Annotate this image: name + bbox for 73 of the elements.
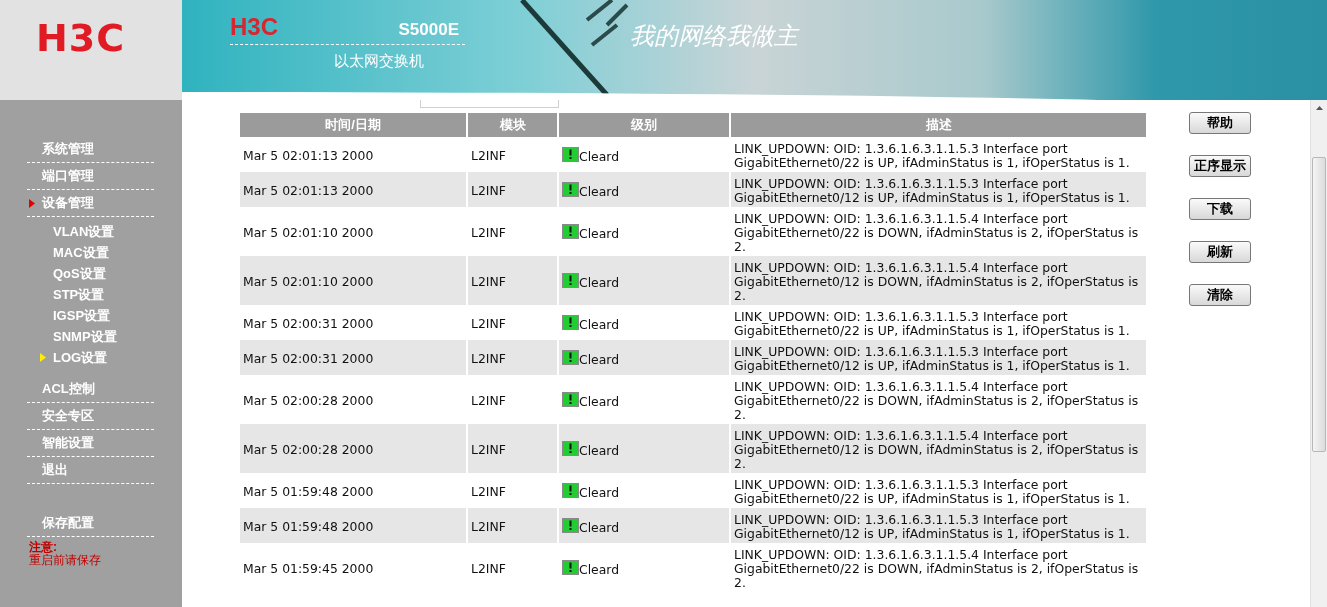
table-cell: LINK_UPDOWN: OID: 1.3.6.1.6.3.1.1.5.4 Interface port GigabitEthernet0/12 is DOWN, ifAdminStatus is 2, ifOperStatus is 2. [731,424,1146,473]
level-text: Cleard [579,444,620,458]
sidebar-item[interactable]: 安全专区 [29,408,94,424]
alert-icon [562,315,579,330]
alert-icon [562,392,579,407]
table-cell: LINK_UPDOWN: OID: 1.3.6.1.6.3.1.1.5.3 Interface port GigabitEthernet0/12 is UP, ifAdminStatus is 1, ifOperStatus is 1. [731,508,1146,543]
submenu-item[interactable]: VLAN设置 [40,223,115,240]
logo: H3C [36,18,126,58]
alert-icon [562,147,579,162]
level-text: Cleard [579,318,620,332]
sidebar-item[interactable]: ACL控制 [29,381,95,397]
sidebar-item[interactable]: 系统管理 [29,141,94,157]
alert-icon [562,224,579,239]
toolbar-button[interactable]: 正序显示 [1189,155,1251,177]
table-cell: L2INF [468,424,557,473]
level-text: Cleard [579,227,620,241]
alert-icon [562,182,579,197]
triangle-icon [40,353,46,362]
table-cell: Mar 5 02:01:10 2000 [240,256,466,305]
column-header: 描述 [731,113,1146,137]
note-text: 重启前请保存 [29,554,102,567]
table-cell: LINK_UPDOWN: OID: 1.3.6.1.6.3.1.1.5.4 Interface port GigabitEthernet0/12 is DOWN, ifAdminStatus is 2, ifOperStatus is 2. [731,256,1146,305]
toolbar-button[interactable]: 清除 [1189,284,1251,306]
model-text: S5000E [398,20,460,40]
table-cell: Mar 5 01:59:48 2000 [240,508,466,543]
note-title: 注意: [29,541,58,554]
level-text: Cleard [579,185,620,199]
sidebar-item[interactable]: 端口管理 [29,168,94,184]
level-text: Cleard [579,353,620,367]
scroll-thumb[interactable] [1312,157,1326,452]
toolbar-button[interactable]: 下载 [1189,198,1251,220]
scroll-up-icon[interactable] [1316,106,1323,110]
subtitle-text: 以太网交换机 [333,51,425,71]
column-header: 级别 [559,113,729,137]
submenu-item[interactable]: IGSP设置 [40,307,111,324]
level-text: Cleard [579,276,620,290]
alert-icon [562,560,579,575]
table-cell: LINK_UPDOWN: OID: 1.3.6.1.6.3.1.1.5.3 Interface port GigabitEthernet0/12 is UP, ifAdminStatus is 1, ifOperStatus is 1. [731,340,1146,375]
toolbar-button[interactable]: 刷新 [1189,241,1251,263]
submenu-item[interactable]: LOG设置 [40,349,108,366]
table-cell: L2INF [468,256,557,305]
level-text: Cleard [579,486,620,500]
alert-icon [562,518,579,533]
save-config-link[interactable]: 保存配置 [42,515,94,531]
table-cell: L2INF [468,172,557,207]
table-cell: LINK_UPDOWN: OID: 1.3.6.1.6.3.1.1.5.3 Interface port GigabitEthernet0/12 is UP, ifAdminStatus is 1, ifOperStatus is 1. [731,172,1146,207]
table-cell: Mar 5 02:01:13 2000 [240,172,466,207]
sidebar-item[interactable]: 设备管理 [29,195,94,211]
submenu-item[interactable]: SNMP设置 [40,328,117,345]
table-cell: Mar 5 02:00:31 2000 [240,340,466,375]
column-header: 时间/日期 [240,113,466,137]
table-cell: Mar 5 02:00:28 2000 [240,424,466,473]
alert-icon [562,350,579,365]
column-header: 模块 [468,113,557,137]
submenu-item[interactable]: MAC设置 [40,244,109,261]
toolbar-button[interactable]: 帮助 [1189,112,1251,134]
alert-icon [562,441,579,456]
submenu-item[interactable]: QoS设置 [40,265,106,282]
triangle-icon [29,198,35,208]
level-text: Cleard [579,150,620,164]
brand-text: H3C [230,14,278,40]
level-text: Cleard [579,563,620,577]
table-cell: L2INF [468,340,557,375]
alert-icon [562,483,579,498]
sidebar-item[interactable]: 退出 [29,462,68,478]
table-cell: L2INF [468,508,557,543]
level-text: Cleard [579,521,620,535]
sidebar-item[interactable]: 智能设置 [29,435,94,451]
alert-icon [562,273,579,288]
submenu-item[interactable]: STP设置 [40,286,105,303]
level-text: Cleard [579,395,620,409]
slogan-text: 我的网络我做主 [630,22,798,50]
scrollbar[interactable] [1310,100,1327,607]
